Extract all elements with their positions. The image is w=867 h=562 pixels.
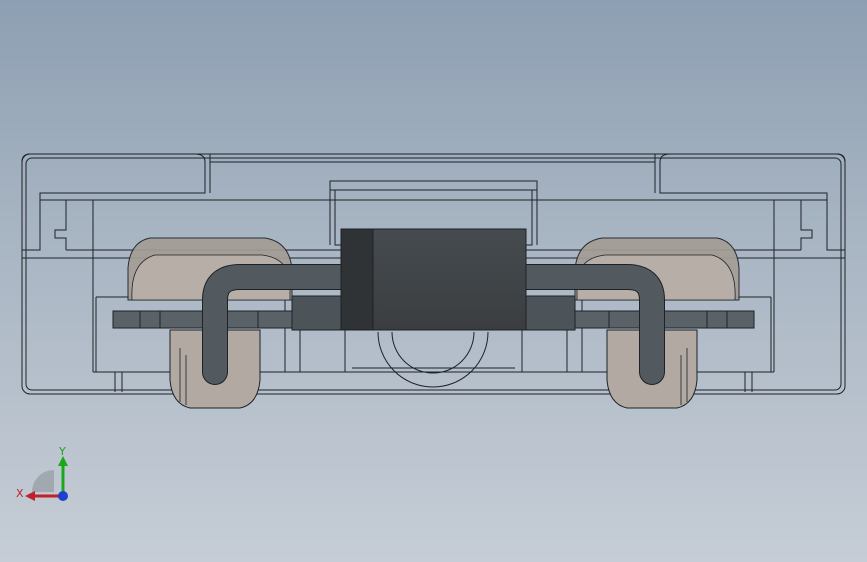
coordinate-triad-icon: Y X <box>16 445 68 501</box>
model-view[interactable] <box>0 0 867 562</box>
y-axis-label: Y <box>58 445 66 458</box>
component-body <box>340 228 527 331</box>
x-axis-label: X <box>16 487 24 500</box>
cad-graphics-viewport[interactable]: Y X <box>0 0 867 562</box>
